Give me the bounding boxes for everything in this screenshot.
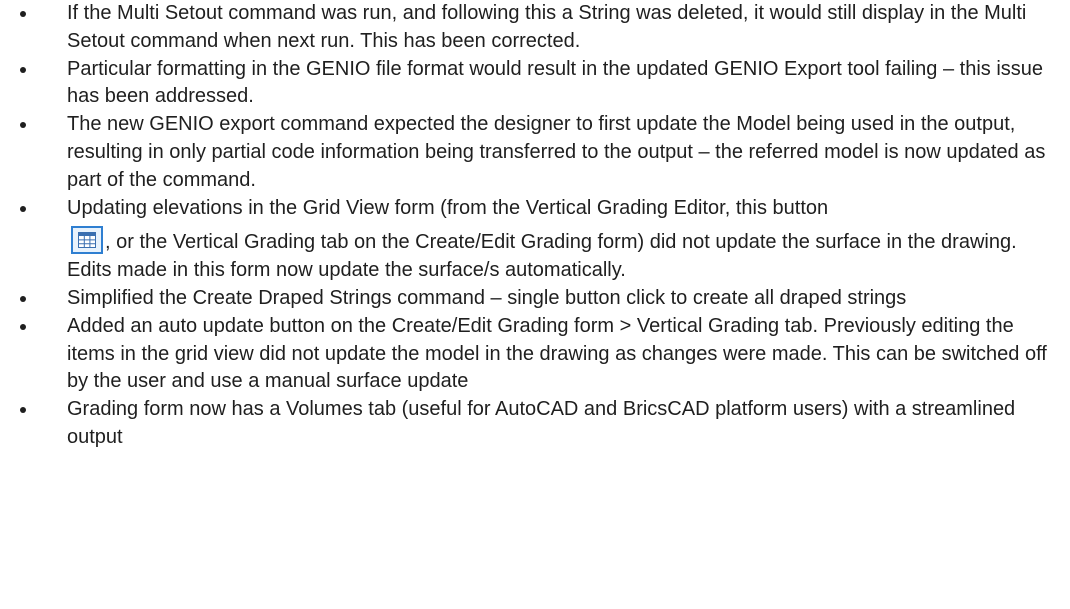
bullet-icon xyxy=(20,295,26,302)
list-item: Updating elevations in the Grid View for… xyxy=(0,195,1070,285)
bullet-list: If the Multi Setout command was run, and… xyxy=(0,0,1070,452)
bullet-icon xyxy=(20,66,26,73)
list-item-text: The new GENIO export command expected th… xyxy=(67,113,1046,191)
list-item-text: Grading form now has a Volumes tab (usef… xyxy=(67,398,1016,448)
list-item-text: Added an auto update button on the Creat… xyxy=(67,314,1047,393)
list-item: If the Multi Setout command was run, and… xyxy=(0,0,1070,56)
list-item: Grading form now has a Volumes tab (usef… xyxy=(0,396,1070,452)
list-item: Added an auto update button on the Creat… xyxy=(0,313,1070,396)
list-item-text-before: Updating elevations in the Grid View for… xyxy=(67,196,829,219)
bullet-icon xyxy=(20,11,26,17)
list-item: The new GENIO export command expected th… xyxy=(0,111,1070,194)
bullet-icon xyxy=(20,122,26,129)
list-item: Particular formatting in the GENIO file … xyxy=(0,56,1070,112)
list-item-text-after: , or the Vertical Grading tab on the Cre… xyxy=(67,231,1017,282)
list-item-text: Simplified the Create Draped Strings com… xyxy=(67,286,907,309)
document-body: If the Multi Setout command was run, and… xyxy=(0,0,1070,452)
list-item-text: If the Multi Setout command was run, and… xyxy=(67,2,1027,52)
bullet-icon xyxy=(20,407,26,414)
bullet-icon xyxy=(20,205,26,212)
grid-view-icon xyxy=(71,226,103,255)
list-item-text-with-icon: Updating elevations in the Grid View for… xyxy=(67,195,1062,285)
bullet-icon xyxy=(20,323,26,330)
list-item: Simplified the Create Draped Strings com… xyxy=(0,285,1070,313)
list-item-text: Particular formatting in the GENIO file … xyxy=(67,57,1044,108)
